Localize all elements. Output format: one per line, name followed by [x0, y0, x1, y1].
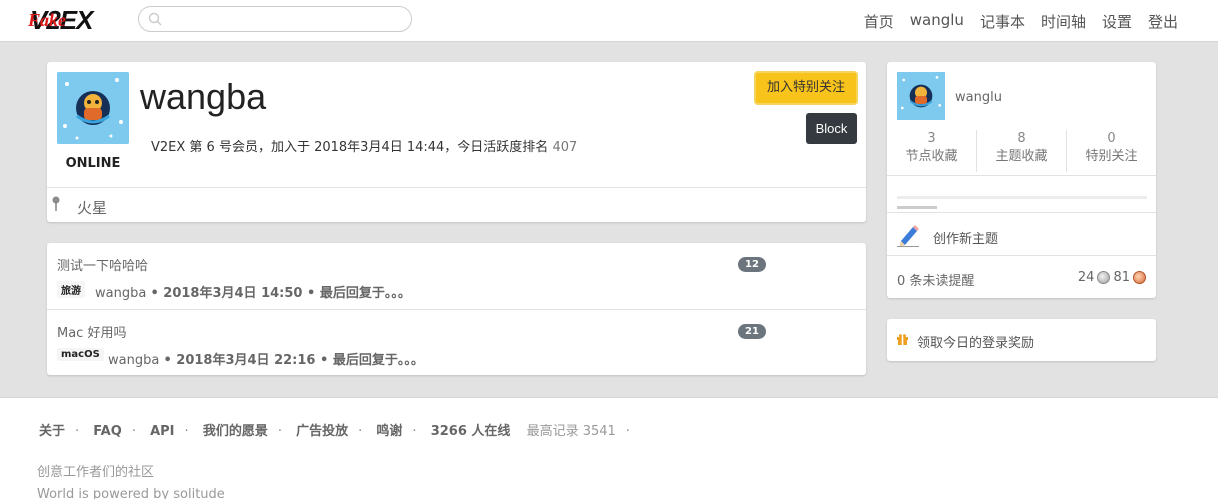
- progress-fill: [897, 206, 937, 209]
- nav-home[interactable]: 首页: [864, 11, 894, 32]
- nav-notes[interactable]: 记事本: [980, 11, 1025, 32]
- separator: ·: [75, 424, 80, 439]
- footer-link-faq[interactable]: FAQ: [93, 424, 122, 439]
- separator: ·: [358, 424, 363, 439]
- user-sidebar: wanglu 3 节点收藏 8 主题收藏 0 特别关注 创作新主题 0 条未读提…: [887, 62, 1156, 298]
- silver-count: 24: [1077, 270, 1095, 285]
- nav-settings[interactable]: 设置: [1102, 11, 1132, 32]
- unread-notifications[interactable]: 0 条未读提醒: [897, 270, 974, 289]
- search-input[interactable]: [167, 10, 405, 28]
- footer-links: 关于 · FAQ · API · 我们的愿景 · 广告投放 · 鸣谢 · 3266 人在线 …: [39, 420, 640, 439]
- stat-number: 8: [1017, 131, 1026, 146]
- topic-detail: • 2018年3月4日 22:16 • 最后回复于。。。: [163, 353, 424, 368]
- daily-reward-box: 领取今日的登录奖励: [887, 319, 1156, 361]
- footer-tagline: 创意工作者们的社区: [37, 465, 155, 480]
- bronze-count: 81: [1113, 270, 1130, 285]
- node-tag[interactable]: 旅游: [57, 281, 85, 298]
- online-status: ONLINE: [65, 156, 121, 171]
- notification-row: 0 条未读提醒 24 81: [887, 257, 1156, 298]
- topic-author[interactable]: wangba: [108, 353, 159, 368]
- list-item: 测试一下哈哈哈 12 旅游 wangba • 2018年3月4日 14:50 •…: [47, 243, 866, 309]
- bronze-coin-icon: [1133, 271, 1146, 284]
- node-tag[interactable]: macOS: [57, 348, 104, 361]
- footer-link-ads[interactable]: 广告投放: [296, 424, 348, 439]
- topic-detail: • 2018年3月4日 14:50 • 最后回复于。。。: [150, 286, 411, 301]
- footer-link-api[interactable]: API: [150, 424, 174, 439]
- reply-count-badge[interactable]: 21: [738, 324, 766, 339]
- list-item: Mac 好用吗 21 macOS wangba • 2018年3月4日 22:1…: [47, 309, 866, 375]
- separator: ·: [277, 424, 282, 439]
- reply-count-badge[interactable]: 12: [738, 257, 766, 272]
- topic-list: 测试一下哈哈哈 12 旅游 wangba • 2018年3月4日 14:50 •…: [47, 243, 866, 375]
- progress-section: [887, 175, 1156, 213]
- footer-link-vision[interactable]: 我们的愿景: [203, 424, 268, 439]
- profile-username: wangba: [140, 76, 267, 117]
- location-pin-icon: [52, 196, 60, 211]
- member-meta-text: V2EX 第 6 号会员，加入于 2018年3月4日 14:44，今日活跃度排名: [151, 140, 549, 155]
- footer-link-thanks[interactable]: 鸣谢: [376, 424, 402, 439]
- search-icon: [148, 12, 162, 26]
- stat-label: 特别关注: [1085, 149, 1138, 164]
- separator: ·: [131, 424, 136, 439]
- stat-topic-favorites[interactable]: 8 主题收藏: [976, 130, 1066, 172]
- nav-timeline[interactable]: 时间轴: [1041, 11, 1086, 32]
- silver-coin-icon: [1097, 271, 1111, 284]
- topic-info: wangba • 2018年3月4日 14:50 • 最后回复于。。。: [95, 282, 411, 301]
- footer-powered: World is powered by solitude: [37, 487, 225, 499]
- topic-title[interactable]: Mac 好用吗: [57, 322, 126, 341]
- logo-overlay-text: Fake: [28, 10, 66, 30]
- activity-rank[interactable]: 407: [552, 140, 577, 155]
- stat-number: 0: [1107, 131, 1116, 146]
- block-button[interactable]: Block: [806, 113, 857, 144]
- topic-title[interactable]: 测试一下哈哈哈: [57, 255, 148, 274]
- avatar-image: [897, 72, 945, 120]
- stat-label: 主题收藏: [995, 149, 1048, 164]
- create-topic-link[interactable]: 创作新主题: [887, 214, 1156, 256]
- profile-card: ONLINE wangba V2EX 第 6 号会员，加入于 2018年3月4日…: [47, 62, 866, 222]
- footer: 关于 · FAQ · API · 我们的愿景 · 广告投放 · 鸣谢 · 3266 人在线 …: [0, 397, 1218, 499]
- avatar-image: [57, 72, 129, 144]
- daily-reward-link[interactable]: 领取今日的登录奖励: [917, 332, 1034, 351]
- stat-label: 节点收藏: [905, 149, 958, 164]
- stat-number: 3: [927, 131, 936, 146]
- online-count[interactable]: 3266 人在线: [431, 424, 511, 439]
- member-info: V2EX 第 6 号会员，加入于 2018年3月4日 14:44，今日活跃度排名…: [151, 136, 577, 155]
- location-row: 火星: [47, 187, 866, 222]
- balance[interactable]: 24 81: [1078, 270, 1146, 285]
- separator: ·: [625, 424, 630, 439]
- location-text: 火星: [77, 199, 108, 217]
- footer-link-about[interactable]: 关于: [39, 424, 65, 439]
- avatar[interactable]: [897, 72, 945, 120]
- nav-logout[interactable]: 登出: [1148, 11, 1178, 32]
- follow-button[interactable]: 加入特别关注: [754, 71, 858, 105]
- avatar: [57, 72, 129, 144]
- separator: ·: [412, 424, 417, 439]
- site-logo[interactable]: V2EX Fake: [28, 4, 120, 36]
- top-bar: V2EX Fake 首页 wanglu 记事本 时间轴 设置 登出: [0, 0, 1218, 42]
- top-nav: 首页 wanglu 记事本 时间轴 设置 登出: [864, 11, 1178, 32]
- sidebar-username[interactable]: wanglu: [955, 90, 1002, 105]
- search-box[interactable]: [138, 6, 412, 32]
- pencil-icon: [897, 225, 919, 247]
- gift-icon: [897, 334, 908, 345]
- record-count: 最高记录 3541: [526, 424, 616, 439]
- nav-user[interactable]: wanglu: [910, 11, 964, 32]
- stat-following[interactable]: 0 特别关注: [1066, 130, 1156, 172]
- separator: ·: [184, 424, 189, 439]
- topic-author[interactable]: wangba: [95, 286, 146, 301]
- create-topic-label: 创作新主题: [933, 232, 999, 247]
- user-stats: 3 节点收藏 8 主题收藏 0 特别关注: [887, 130, 1156, 172]
- stat-node-favorites[interactable]: 3 节点收藏: [887, 130, 976, 172]
- topic-info: wangba • 2018年3月4日 22:16 • 最后回复于。。。: [108, 349, 424, 368]
- progress-track: [897, 196, 1147, 199]
